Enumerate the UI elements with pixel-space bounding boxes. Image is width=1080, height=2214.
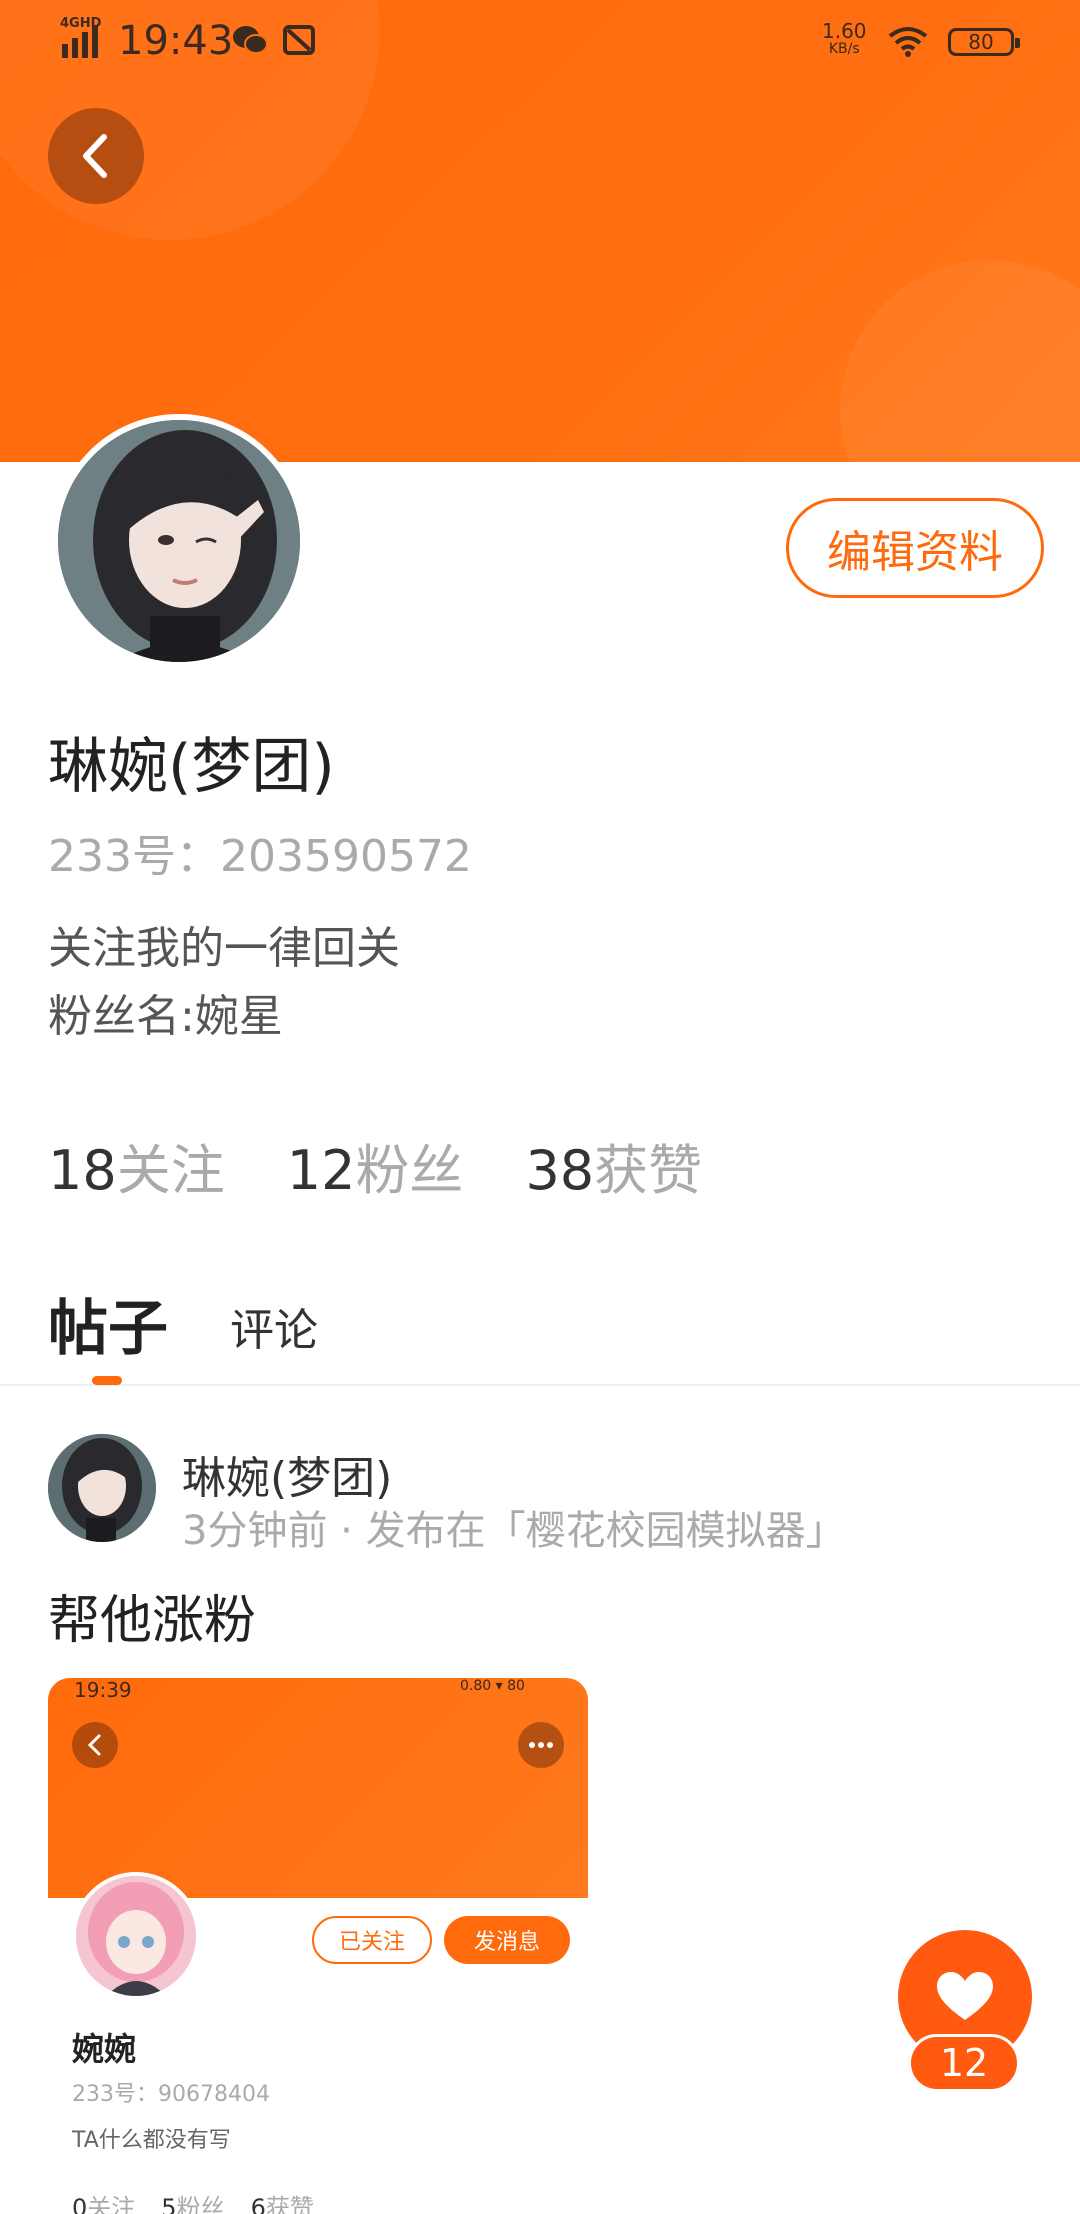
- heart-icon: [937, 1972, 993, 2020]
- thumb-status-time: 19:39: [74, 1678, 132, 1702]
- post-author-name[interactable]: 琳婉(梦团): [182, 1442, 392, 1506]
- post-author-avatar[interactable]: [48, 1434, 156, 1542]
- status-time: 19:43: [118, 18, 234, 64]
- battery-indicator: 80: [948, 28, 1020, 56]
- signal-icon: [62, 26, 98, 58]
- post-image[interactable]: 19:39 0.80 ▾ 80 已关注 发消息 婉婉 233号：90678404…: [48, 1678, 588, 2214]
- avatar-image: [48, 1434, 156, 1542]
- wifi-icon: [888, 27, 928, 57]
- profile-name: 琳婉(梦团): [48, 732, 335, 802]
- thumb-message-button: 发消息: [444, 1916, 570, 1964]
- thumb-back-icon: [72, 1722, 118, 1768]
- back-button[interactable]: [48, 108, 144, 204]
- tab-comments[interactable]: 评论: [230, 1294, 318, 1358]
- gallery-icon: [283, 25, 315, 55]
- likes-stat[interactable]: 38获赞: [525, 1126, 702, 1205]
- profile-tabs: 帖子 评论: [0, 1268, 1080, 1386]
- profile-bio-line: 关注我的一律回关: [48, 923, 400, 974]
- like-count: 12: [908, 2034, 1020, 2092]
- status-bar: 4GHD 19:43 1.60 KB/s 80: [0, 0, 1080, 84]
- tab-posts[interactable]: 帖子: [48, 1280, 168, 1367]
- profile-avatar[interactable]: [52, 414, 306, 668]
- thumb-bio: TA什么都没有写: [72, 2128, 231, 2153]
- edit-profile-button[interactable]: 编辑资料: [786, 498, 1044, 598]
- chevron-left-icon: [83, 134, 107, 178]
- thumb-avatar: [72, 1872, 200, 2000]
- thumb-followed-button: 已关注: [312, 1916, 432, 1964]
- cover-decoration: [840, 260, 1080, 462]
- profile-bio-line: 粉丝名:婉星: [48, 991, 283, 1042]
- thumb-cover: 19:39 0.80 ▾ 80: [48, 1678, 588, 1898]
- followers-stat[interactable]: 12粉丝: [287, 1126, 464, 1205]
- network-speed: 1.60 KB/s: [822, 19, 867, 57]
- thumb-name: 婉婉: [72, 2030, 137, 2068]
- post-text[interactable]: 帮他涨粉: [48, 1578, 256, 1653]
- profile-id: 233号：203590572: [48, 831, 472, 882]
- post-meta: 3分钟前 · 发布在「樱花校园模拟器」: [182, 1508, 846, 1554]
- following-stat[interactable]: 18关注: [48, 1126, 225, 1205]
- thumb-more-icon: [518, 1722, 564, 1768]
- active-tab-indicator: [92, 1376, 122, 1385]
- profile-stats: 18关注 12粉丝 38获赞: [48, 1126, 702, 1205]
- thumb-stats: 0关注 5粉丝 6获赞: [72, 2194, 314, 2214]
- thumb-id: 233号：90678404: [72, 2082, 270, 2107]
- thumb-status-info: 0.80 ▾ 80: [460, 1678, 525, 1694]
- wechat-icon: [233, 26, 268, 54]
- avatar-image: [58, 420, 300, 662]
